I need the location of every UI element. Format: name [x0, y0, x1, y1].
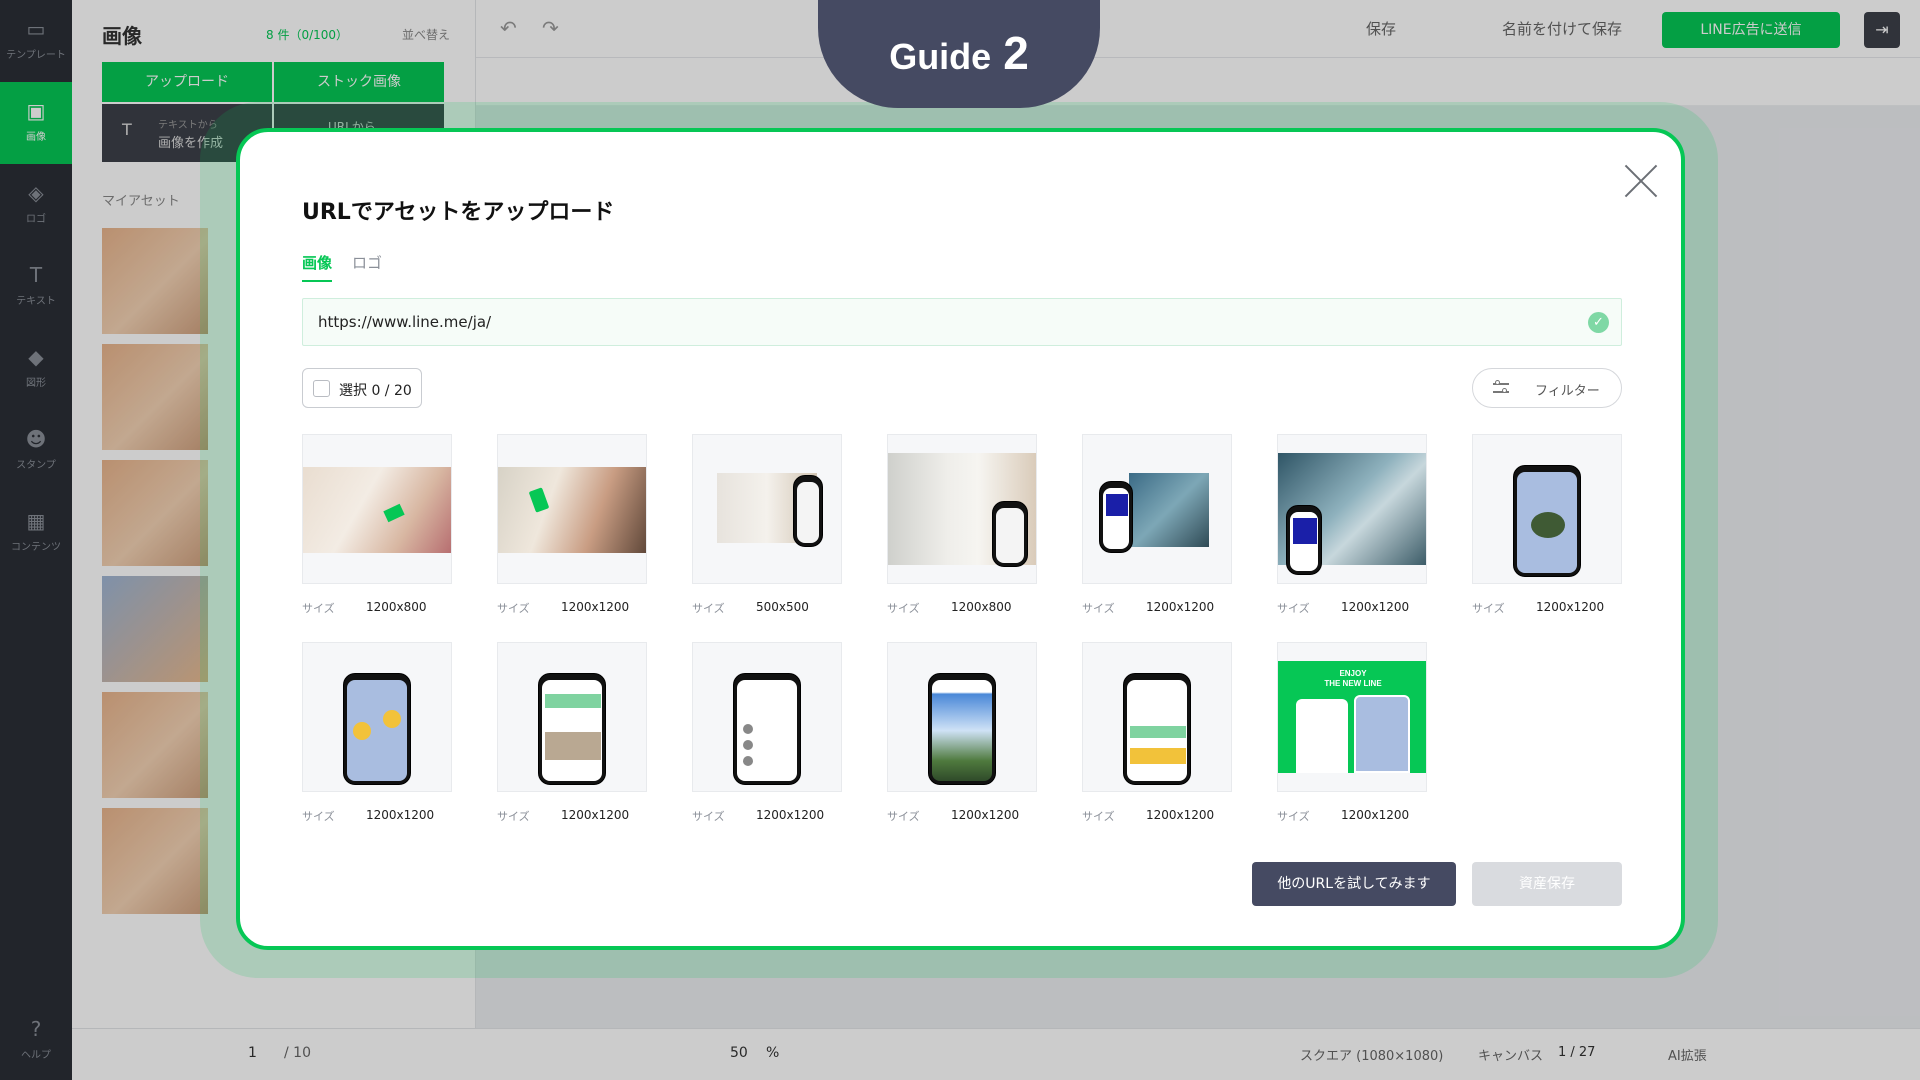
save-assets-button[interactable]: 資産保存 [1472, 862, 1622, 906]
phone-mockup [992, 501, 1028, 567]
image-size: 1200x1200 [1341, 600, 1410, 614]
image-thumbnail[interactable] [497, 642, 647, 792]
size-label: サイズ [887, 810, 920, 823]
photo-people-on-bed [303, 467, 451, 553]
phone-mockup [1296, 699, 1348, 773]
image-thumbnail[interactable] [887, 642, 1037, 792]
image-size: 1200x1200 [1146, 808, 1215, 822]
filter-label: フィルター [1535, 384, 1600, 399]
image-thumbnail[interactable] [692, 434, 842, 584]
phone-mockup [928, 673, 996, 785]
photo-couple-with-phone [498, 467, 646, 553]
guide-word: Guide [889, 36, 992, 77]
phone-mockup [1099, 481, 1133, 553]
image-size: 1200x1200 [561, 808, 630, 822]
close-icon[interactable] [1622, 162, 1660, 200]
size-label: サイズ [497, 602, 530, 615]
filter-button[interactable]: フィルター [1472, 368, 1622, 408]
try-other-url-button[interactable]: 他のURLを試してみます [1252, 862, 1456, 906]
image-size: 1200x1200 [1146, 600, 1215, 614]
checkbox-icon [313, 380, 330, 397]
size-label: サイズ [302, 810, 335, 823]
image-size: 1200x800 [366, 600, 427, 614]
image-size: 1200x1200 [951, 808, 1020, 822]
image-size: 1200x1200 [366, 808, 435, 822]
phone-mockup [538, 673, 606, 785]
select-count: 0 / 20 [371, 383, 412, 399]
url-value: https://www.line.me/ja/ [318, 313, 492, 331]
size-label: サイズ [1277, 810, 1310, 823]
image-size: 1200x1200 [1341, 808, 1410, 822]
image-thumbnail[interactable]: ENJOY THE NEW LINE [1277, 642, 1427, 792]
size-label: サイズ [1277, 602, 1310, 615]
photo-woman-on-train [1129, 473, 1209, 547]
tab-image[interactable]: 画像 [302, 252, 333, 282]
image-size: 1200x1200 [1536, 600, 1605, 614]
guide-badge: Guide 2 [818, 0, 1100, 108]
phone-mockup [793, 475, 823, 547]
url-input[interactable]: https://www.line.me/ja/ ✓ [302, 298, 1622, 346]
image-size: 1200x800 [951, 600, 1012, 614]
image-thumbnail[interactable] [1082, 642, 1232, 792]
banner-line-1: ENJOY [1339, 669, 1367, 678]
phone-mockup [1286, 505, 1322, 575]
image-size: 500x500 [756, 600, 809, 614]
size-label: サイズ [887, 602, 920, 615]
banner-line-2: THE NEW LINE [1324, 679, 1382, 688]
image-size: 1200x1200 [756, 808, 825, 822]
select-all-checkbox[interactable]: 選択 0 / 20 [302, 368, 422, 408]
image-thumbnail[interactable] [302, 642, 452, 792]
guide-number: 2 [1003, 27, 1029, 79]
size-label: サイズ [1472, 602, 1505, 615]
phone-mockup [1354, 695, 1410, 773]
image-thumbnail[interactable] [1082, 434, 1232, 584]
size-label: サイズ [497, 810, 530, 823]
phone-mockup [343, 673, 411, 785]
size-label: サイズ [302, 602, 335, 615]
dialog-title: URLでアセットをアップロード [302, 200, 615, 225]
image-thumbnail[interactable] [692, 642, 842, 792]
green-banner: ENJOY THE NEW LINE [1278, 661, 1426, 773]
check-circle-icon: ✓ [1588, 312, 1609, 333]
image-size: 1200x1200 [561, 600, 630, 614]
select-label: 選択 [339, 383, 367, 399]
filter-sliders-icon [1493, 380, 1509, 396]
tab-logo[interactable]: ロゴ [352, 252, 382, 273]
image-thumbnail[interactable] [1472, 434, 1622, 584]
size-label: サイズ [1082, 602, 1115, 615]
size-label: サイズ [692, 602, 725, 615]
phone-mockup [733, 673, 801, 785]
phone-mockup [1513, 465, 1581, 577]
phone-mockup [1123, 673, 1191, 785]
image-thumbnail[interactable] [497, 434, 647, 584]
image-thumbnail[interactable] [1277, 434, 1427, 584]
url-upload-dialog: URLでアセットをアップロード 画像 ロゴ https://www.line.m… [236, 128, 1685, 950]
size-label: サイズ [1082, 810, 1115, 823]
size-label: サイズ [692, 810, 725, 823]
image-thumbnail[interactable] [302, 434, 452, 584]
image-thumbnail[interactable] [887, 434, 1037, 584]
